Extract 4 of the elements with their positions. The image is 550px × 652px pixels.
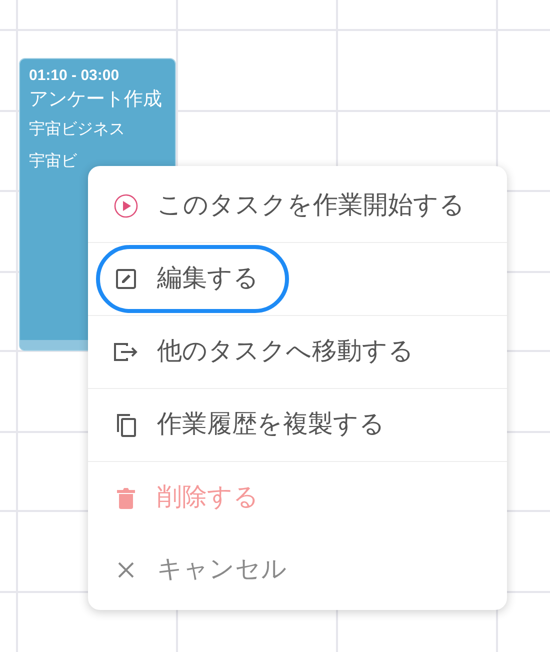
event-time: 01:10 - 03:00	[29, 66, 120, 86]
event-title: アンケート作成	[29, 88, 163, 112]
event-subtitle: 宇宙ビ	[29, 152, 78, 172]
event-subtitle: 宇宙ビジネス	[29, 120, 126, 140]
